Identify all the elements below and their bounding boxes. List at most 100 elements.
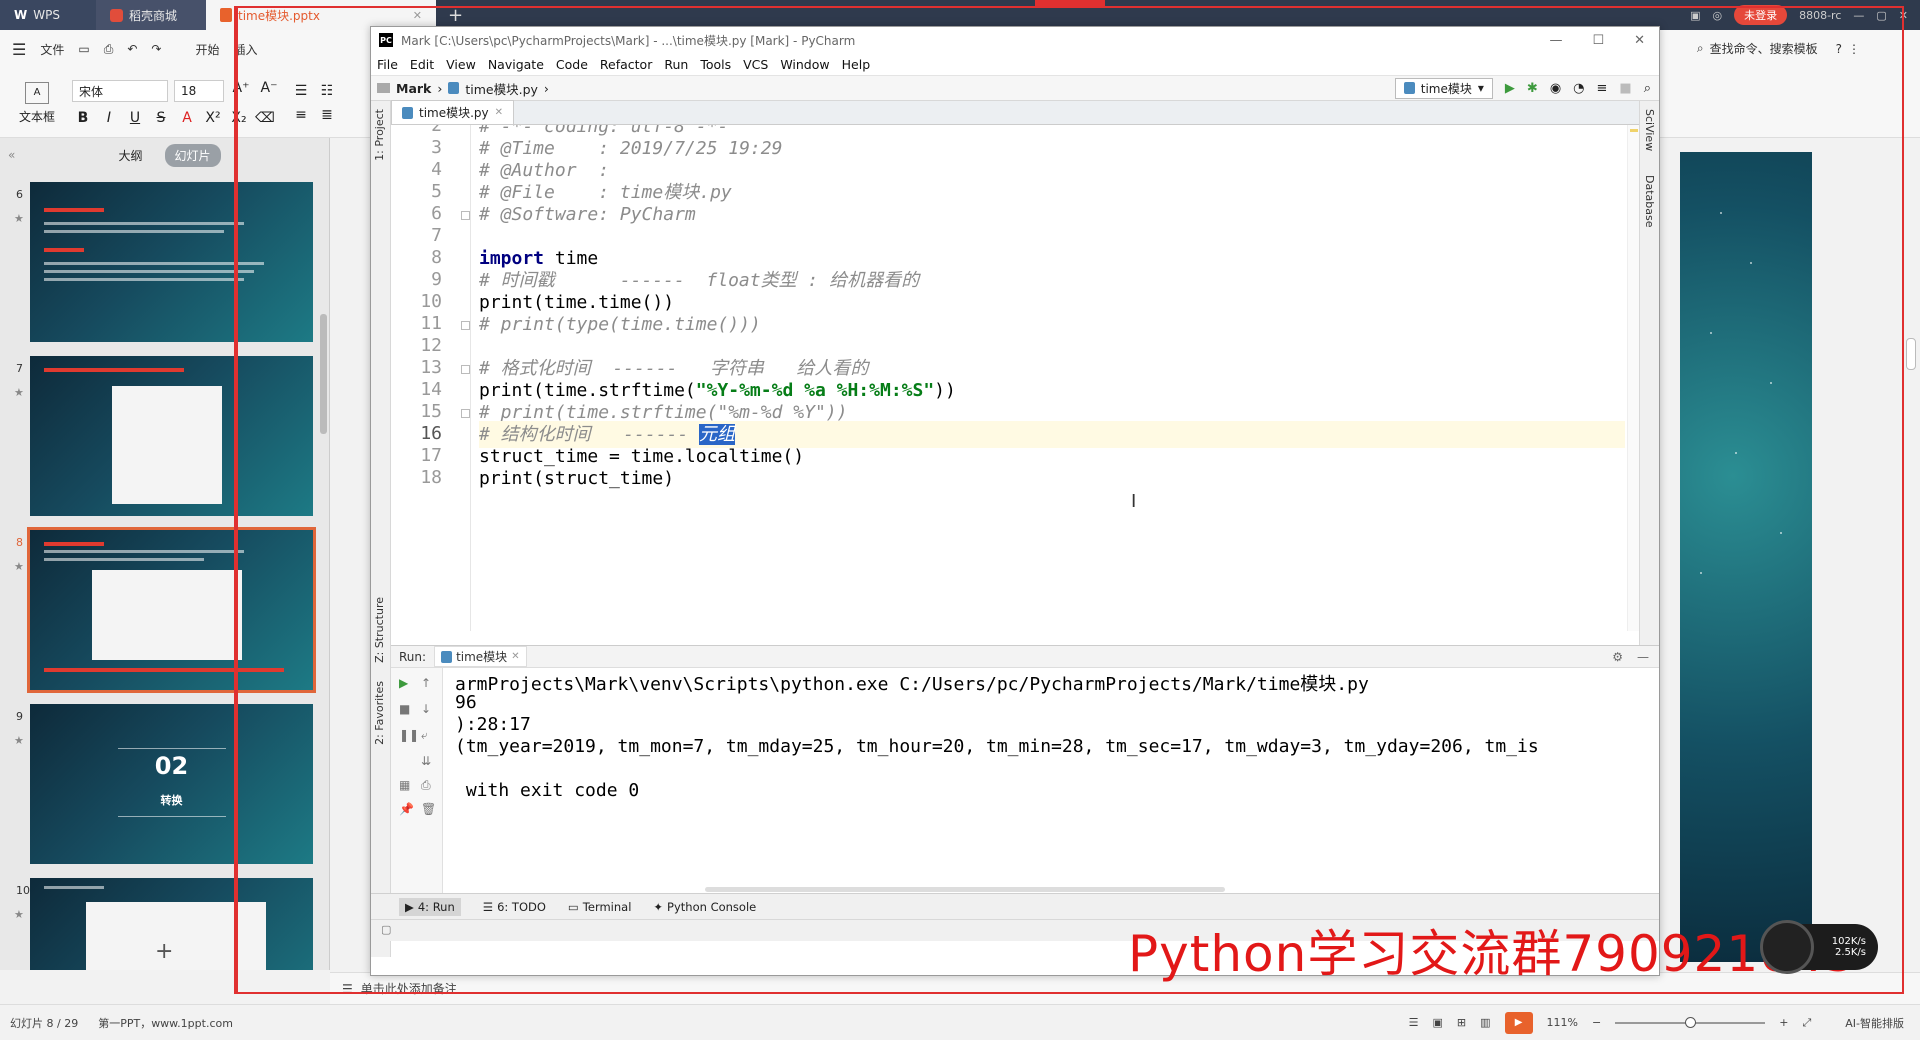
minimize-icon[interactable]: — [1853,9,1864,22]
fold-marker-icon[interactable] [461,211,470,220]
slide-thumbnail-9[interactable]: 9 ★ 02 转换 [0,704,320,864]
menu-run[interactable]: Run [664,57,688,72]
superscript-button[interactable]: X² [202,110,224,126]
more-icon[interactable]: ⋮ [1848,42,1860,56]
tool-database[interactable]: Database [1643,175,1656,228]
fold-marker-icon[interactable] [461,409,470,418]
font-grow-icon[interactable]: A⁺ [230,80,252,102]
tool-python-console[interactable]: ✦ Python Console [653,900,756,914]
tool-structure[interactable]: Z: Structure [373,597,386,663]
slide-thumbnail-6[interactable]: 6 ★ [0,182,320,342]
minimize-icon[interactable]: — [1549,33,1562,48]
menu-code[interactable]: Code [556,57,588,72]
clear-format-icon[interactable]: ⌫ [254,110,276,126]
font-color-button[interactable]: A [176,110,198,126]
zoom-in-icon[interactable]: + [1779,1016,1788,1029]
run-config-select[interactable]: time模块 ▾ [1394,77,1493,99]
menu-view[interactable]: View [446,57,476,72]
tool-terminal[interactable]: ▭ Terminal [568,900,631,914]
debug-icon[interactable]: ✱ [1527,81,1538,96]
file-menu[interactable]: 文件 [40,41,64,58]
underline-button[interactable]: U [124,110,146,126]
stop-icon[interactable]: ■ [399,702,410,716]
fold-marker-icon[interactable] [461,365,470,374]
save-icon[interactable]: ▭ [78,42,89,56]
ribbon-tab-start[interactable]: 开始 [195,41,219,58]
layout-icon[interactable]: ▦ [399,778,410,792]
status-icon[interactable]: ▢ [381,923,391,936]
editor-scrollbar[interactable] [1627,125,1639,631]
italic-button[interactable]: I [98,110,120,126]
notes-placeholder[interactable]: 单击此处添加备注 [361,980,457,997]
skin-icon[interactable]: ◎ [1712,9,1722,22]
maximize-icon[interactable]: ▢ [1876,9,1886,22]
collapse-panel-icon[interactable]: « [8,148,15,162]
slide-panel-scrollbar[interactable] [320,314,327,434]
menu-vcs[interactable]: VCS [743,57,768,72]
tab-store[interactable]: 稻壳商城 [96,0,206,30]
print-icon[interactable]: ⎙ [104,42,114,57]
menu-file[interactable]: File [377,57,398,72]
hamburger-icon[interactable]: ☰ [12,40,26,59]
redo-icon[interactable]: ↷ [151,42,161,56]
help-icon[interactable]: ? [1836,42,1842,56]
zoom-slider[interactable] [1615,1016,1766,1028]
tool-sciview[interactable]: SciView [1643,109,1656,151]
tab-wps-home[interactable]: W WPS [0,0,96,30]
pause-icon[interactable]: ❚❚ [399,728,419,742]
menu-help[interactable]: Help [842,57,871,72]
up-arrow-icon[interactable]: ↑ [421,676,431,690]
hide-icon[interactable]: — [1637,650,1649,664]
print-icon[interactable]: ⎙ [421,778,431,793]
slideshow-button[interactable]: ▶ [1504,1011,1533,1034]
menu-edit[interactable]: Edit [410,57,434,72]
code-area[interactable]: # -*- coding: utf-8 -*- # @Time : 2019/7… [479,125,1625,631]
profile-icon[interactable]: ◔ [1573,81,1584,96]
close-icon[interactable]: ✕ [1634,33,1645,48]
breadcrumb-file[interactable]: time模块.py [465,79,538,98]
search-icon[interactable]: ⌕ [1644,81,1651,96]
concurrency-icon[interactable]: ≡ [1597,81,1608,96]
maximize-icon[interactable]: ☐ [1592,33,1604,48]
subscript-button[interactable]: X₂ [228,110,250,126]
scroll-end-icon[interactable]: ⇊ [421,754,431,768]
zoom-level[interactable]: 111% [1547,1016,1578,1029]
code-editor[interactable]: 2 3 4 5 6 7 8 9 10 11 12 13 14 15 16 17 18 # -*- coding:… [391,125,1639,631]
slide-canvas[interactable] [1680,152,1812,962]
font-name-select[interactable]: 宋体 [72,80,168,102]
tool-run[interactable]: ▶ 4: Run [399,897,461,916]
ai-layout-button[interactable]: AI-智能排版 [1845,1015,1904,1031]
menu-navigate[interactable]: Navigate [488,57,544,72]
layout-icon[interactable]: ▣ [1690,9,1700,22]
menu-tools[interactable]: Tools [700,57,731,72]
align-left-icon[interactable]: ≡ [290,107,312,123]
rerun-icon[interactable]: ▶ [399,676,408,690]
undo-icon[interactable]: ↶ [127,42,137,56]
slide-thumbnail-7[interactable]: 7 ★ [0,356,320,516]
close-icon[interactable]: ✕ [511,651,519,662]
tool-favorites[interactable]: 2: Favorites [373,681,386,745]
align-center-icon[interactable]: ≣ [316,107,338,123]
menu-window[interactable]: Window [780,57,829,72]
zoom-knob[interactable] [1685,1016,1697,1028]
reading-view-icon[interactable]: ▥ [1480,1016,1490,1029]
console-hscrollbar[interactable] [705,887,1225,892]
gear-icon[interactable]: ⚙ [1612,650,1623,664]
breadcrumb-project[interactable]: Mark [396,81,431,96]
login-button[interactable]: 未登录 [1734,5,1788,25]
console-output[interactable]: armProjects\Mark\venv\Scripts\python.exe… [455,668,1659,894]
coverage-icon[interactable]: ◉ [1550,81,1561,96]
number-list-icon[interactable]: ☷ [316,83,338,99]
pin-icon[interactable]: 📌 [399,802,414,816]
close-icon[interactable]: ✕ [413,9,422,22]
bullet-list-icon[interactable]: ☰ [290,83,312,99]
zoom-out-icon[interactable]: − [1592,1016,1601,1029]
sorter-view-icon[interactable]: ⊞ [1457,1016,1466,1029]
fold-marker-icon[interactable] [461,321,470,330]
close-icon[interactable]: ✕ [495,107,503,118]
down-arrow-icon[interactable]: ↓ [421,702,431,716]
tool-todo[interactable]: ☰ 6: TODO [483,900,546,914]
textbox-button[interactable]: A 文本框 [12,81,62,125]
ribbon-search[interactable]: ⌕ 查找命令、搜索模板 ? ⋮ [1697,40,1860,57]
slide-thumbnail-8[interactable]: 8 ★ [0,527,320,693]
